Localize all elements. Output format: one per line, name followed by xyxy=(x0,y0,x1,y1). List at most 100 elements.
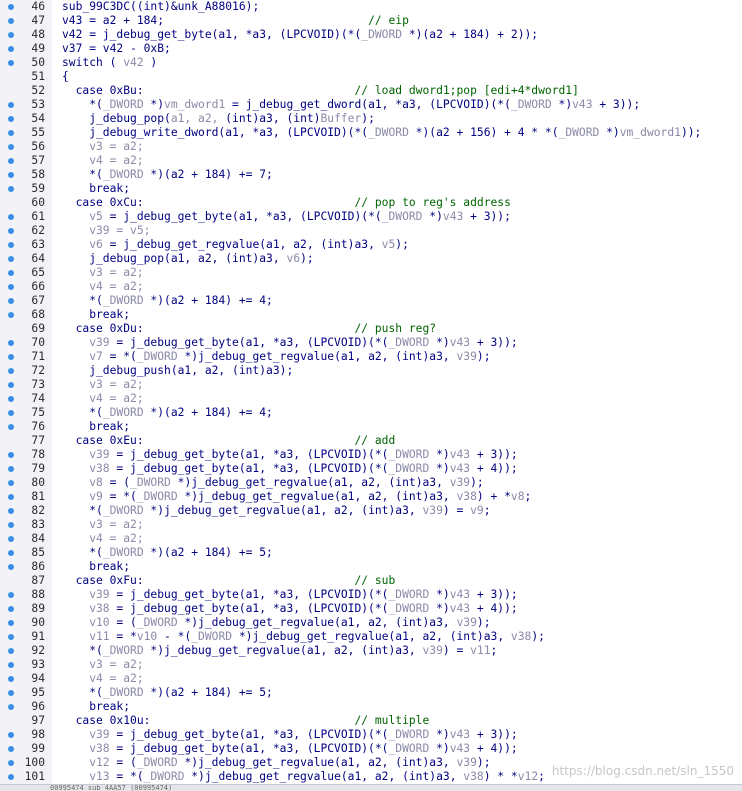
code-line[interactable]: 56 v3 = a2; xyxy=(0,140,742,154)
code-line[interactable]: 64 j_debug_pop(a1, a2, (int)a3, v6); xyxy=(0,252,742,266)
code-line[interactable]: 68 break; xyxy=(0,308,742,322)
code-variable: v11 xyxy=(470,644,491,657)
code-comment: // add xyxy=(354,434,396,447)
code-token: break; xyxy=(62,560,131,573)
code-line[interactable]: 67 *(_DWORD *)(a2 + 184) += 4; xyxy=(0,294,742,308)
code-token: *)j_debug_get_regvalue(a1, a2, (int)a3, xyxy=(143,504,423,517)
code-lines[interactable]: 46 sub_99C3DC((int)&unk_A88016); 47 v43 = a… xyxy=(0,0,742,784)
code-line[interactable]: 80 v8 = (_DWORD *)j_debug_get_regvalue(a… xyxy=(0,476,742,490)
code-line[interactable]: 62 v39 = v5; xyxy=(0,224,742,238)
code-variable: v38 xyxy=(62,742,110,755)
code-variable: _DWORD xyxy=(388,602,430,615)
code-line[interactable]: 55 j_debug_write_dword(a1, *a3, (LPCVOID… xyxy=(0,126,742,140)
line-number: 46 xyxy=(31,0,45,13)
code-line[interactable]: 79 v38 = j_debug_get_byte(a1, *a3, (LPCV… xyxy=(0,462,742,476)
code-token: = ( xyxy=(109,756,137,769)
code-line[interactable]: 81 v9 = *(_DWORD *)j_debug_get_regvalue(… xyxy=(0,490,742,504)
code-variable: v39 xyxy=(449,476,471,489)
code-line[interactable]: 82 *(_DWORD *)j_debug_get_regvalue(a1, a… xyxy=(0,504,742,518)
code-text: case 0xBu: // load dword1;pop [edi+4*dwo… xyxy=(62,84,579,98)
line-number: 58 xyxy=(31,168,45,181)
code-text: *(_DWORD *)(a2 + 184) += 5; xyxy=(62,686,273,700)
code-variable: _DWORD xyxy=(130,476,171,489)
line-number: 53 xyxy=(31,98,45,111)
code-line[interactable]: 71 v7 = *(_DWORD *)j_debug_get_regvalue(… xyxy=(0,350,742,364)
code-token: *)(a2 + 184) += 5; xyxy=(143,546,273,559)
code-text: v10 = (_DWORD *)j_debug_get_regvalue(a1,… xyxy=(62,616,490,630)
code-variable: v39 xyxy=(62,336,110,349)
code-line[interactable]: 98 v39 = j_debug_get_byte(a1, *a3, (LPCV… xyxy=(0,728,742,742)
code-line[interactable]: 49 v37 = v42 - 0xB; xyxy=(0,42,742,56)
code-token: ); xyxy=(395,238,409,251)
code-token: *)j_debug_get_regvalue(a1, a2, (int)a3, xyxy=(143,644,423,657)
code-text: v38 = j_debug_get_byte(a1, *a3, (LPCVOID… xyxy=(62,742,518,756)
code-variable: v6 xyxy=(62,238,103,251)
code-token: + 4)); xyxy=(470,742,518,755)
code-line[interactable]: 77 case 0xEu: // add xyxy=(0,434,742,448)
code-line[interactable]: 52 case 0xBu: // load dword1;pop [edi+4*… xyxy=(0,84,742,98)
code-line[interactable]: 83 v3 = a2; xyxy=(0,518,742,532)
code-token: case 0xEu: xyxy=(62,434,144,447)
line-number: 87 xyxy=(31,574,45,587)
code-line[interactable]: 78 v39 = j_debug_get_byte(a1, *a3, (LPCV… xyxy=(0,448,742,462)
code-variable: v38 xyxy=(456,490,477,503)
pseudocode-editor[interactable]: 46 sub_99C3DC((int)&unk_A88016); 47 v43 = a… xyxy=(0,0,742,791)
code-line[interactable]: 46 sub_99C3DC((int)&unk_A88016); xyxy=(0,0,742,14)
code-line[interactable]: 63 v6 = j_debug_get_regvalue(a1, a2, (in… xyxy=(0,238,742,252)
code-line[interactable]: 47 v43 = a2 + 184; // eip xyxy=(0,14,742,28)
line-number: 97 xyxy=(31,714,45,727)
line-number: 59 xyxy=(31,182,45,195)
code-line[interactable]: 53 *(_DWORD *)vm_dword1 = j_debug_get_dw… xyxy=(0,98,742,112)
code-line[interactable]: 92 *(_DWORD *)j_debug_get_regvalue(a1, a… xyxy=(0,644,742,658)
code-line[interactable]: 58 *(_DWORD *)(a2 + 184) += 7; xyxy=(0,168,742,182)
code-line[interactable]: 73 v3 = a2; xyxy=(0,378,742,392)
code-line[interactable]: 60 case 0xCu: // pop to reg's address xyxy=(0,196,742,210)
code-line[interactable]: 85 *(_DWORD *)(a2 + 184) += 5; xyxy=(0,546,742,560)
code-line[interactable]: 74 v4 = a2; xyxy=(0,392,742,406)
code-line[interactable]: 95 *(_DWORD *)(a2 + 184) += 5; xyxy=(0,686,742,700)
code-line[interactable]: 99 v38 = j_debug_get_byte(a1, *a3, (LPCV… xyxy=(0,742,742,756)
code-token: = j_debug_get_byte(a1, *a3, (LPCVOID)(*( xyxy=(109,588,389,601)
code-variable: _DWORD xyxy=(102,504,144,517)
code-line[interactable]: 54 j_debug_pop(a1, a2, (int)a3, (int)Buf… xyxy=(0,112,742,126)
code-token: = j_debug_get_byte(a1, *a3, (LPCVOID)(*( xyxy=(109,728,389,741)
code-line[interactable]: 69 case 0xDu: // push reg? xyxy=(0,322,742,336)
code-line[interactable]: 59 break; xyxy=(0,182,742,196)
code-line[interactable]: 89 v38 = j_debug_get_byte(a1, *a3, (LPCV… xyxy=(0,602,742,616)
code-line[interactable]: 61 v5 = j_debug_get_byte(a1, *a3, (LPCVO… xyxy=(0,210,742,224)
line-number: 55 xyxy=(31,126,45,139)
code-text: *(_DWORD *)vm_dword1 = j_debug_get_dword… xyxy=(62,98,640,112)
code-line[interactable]: 84 v4 = a2; xyxy=(0,532,742,546)
code-token: *)(a2 + 156) + 4 * *( xyxy=(408,126,559,139)
code-line[interactable]: 94 v4 = a2; xyxy=(0,672,742,686)
code-line[interactable]: 66 v4 = a2; xyxy=(0,280,742,294)
code-text: v4 = a2; xyxy=(62,154,143,168)
code-token: *( xyxy=(62,98,103,111)
code-line[interactable]: 86 break; xyxy=(0,560,742,574)
code-line[interactable]: 93 v3 = a2; xyxy=(0,658,742,672)
code-variable: _DWORD xyxy=(368,126,409,139)
code-token: *) xyxy=(429,588,450,601)
code-variable: v43 xyxy=(572,98,593,111)
code-line[interactable]: 88 v39 = j_debug_get_byte(a1, *a3, (LPCV… xyxy=(0,588,742,602)
code-line[interactable]: 51 { xyxy=(0,70,742,84)
code-line[interactable]: 75 *(_DWORD *)(a2 + 184) += 4; xyxy=(0,406,742,420)
code-line[interactable]: 57 v4 = a2; xyxy=(0,154,742,168)
code-variable: v4 = a2; xyxy=(62,392,144,405)
code-line[interactable]: 65 v3 = a2; xyxy=(0,266,742,280)
code-line[interactable]: 91 v11 = *v10 - *(_DWORD *)j_debug_get_r… xyxy=(0,630,742,644)
code-line[interactable]: 97 case 0x10u: // multiple xyxy=(0,714,742,728)
code-token: j_debug_pop(a1, a2, (int)a3, xyxy=(62,252,287,265)
code-line[interactable]: 96 break; xyxy=(0,700,742,714)
code-line[interactable]: 72 j_debug_push(a1, a2, (int)a3); xyxy=(0,364,742,378)
code-line[interactable]: 76 break; xyxy=(0,420,742,434)
code-line[interactable]: 90 v10 = (_DWORD *)j_debug_get_regvalue(… xyxy=(0,616,742,630)
code-line[interactable]: 70 v39 = j_debug_get_byte(a1, *a3, (LPCV… xyxy=(0,336,742,350)
code-token: *)(a2 + 184) += 4; xyxy=(143,294,273,307)
code-line[interactable]: 50 switch ( v42 ) xyxy=(0,56,742,70)
code-text: v3 = a2; xyxy=(62,518,143,532)
code-token: break; xyxy=(62,700,131,713)
code-token: sub_99C3DC(( xyxy=(62,0,144,13)
code-line[interactable]: 48 v42 = j_debug_get_byte(a1, *a3, (LPCVO… xyxy=(0,28,742,42)
code-line[interactable]: 87 case 0xFu: // sub xyxy=(0,574,742,588)
